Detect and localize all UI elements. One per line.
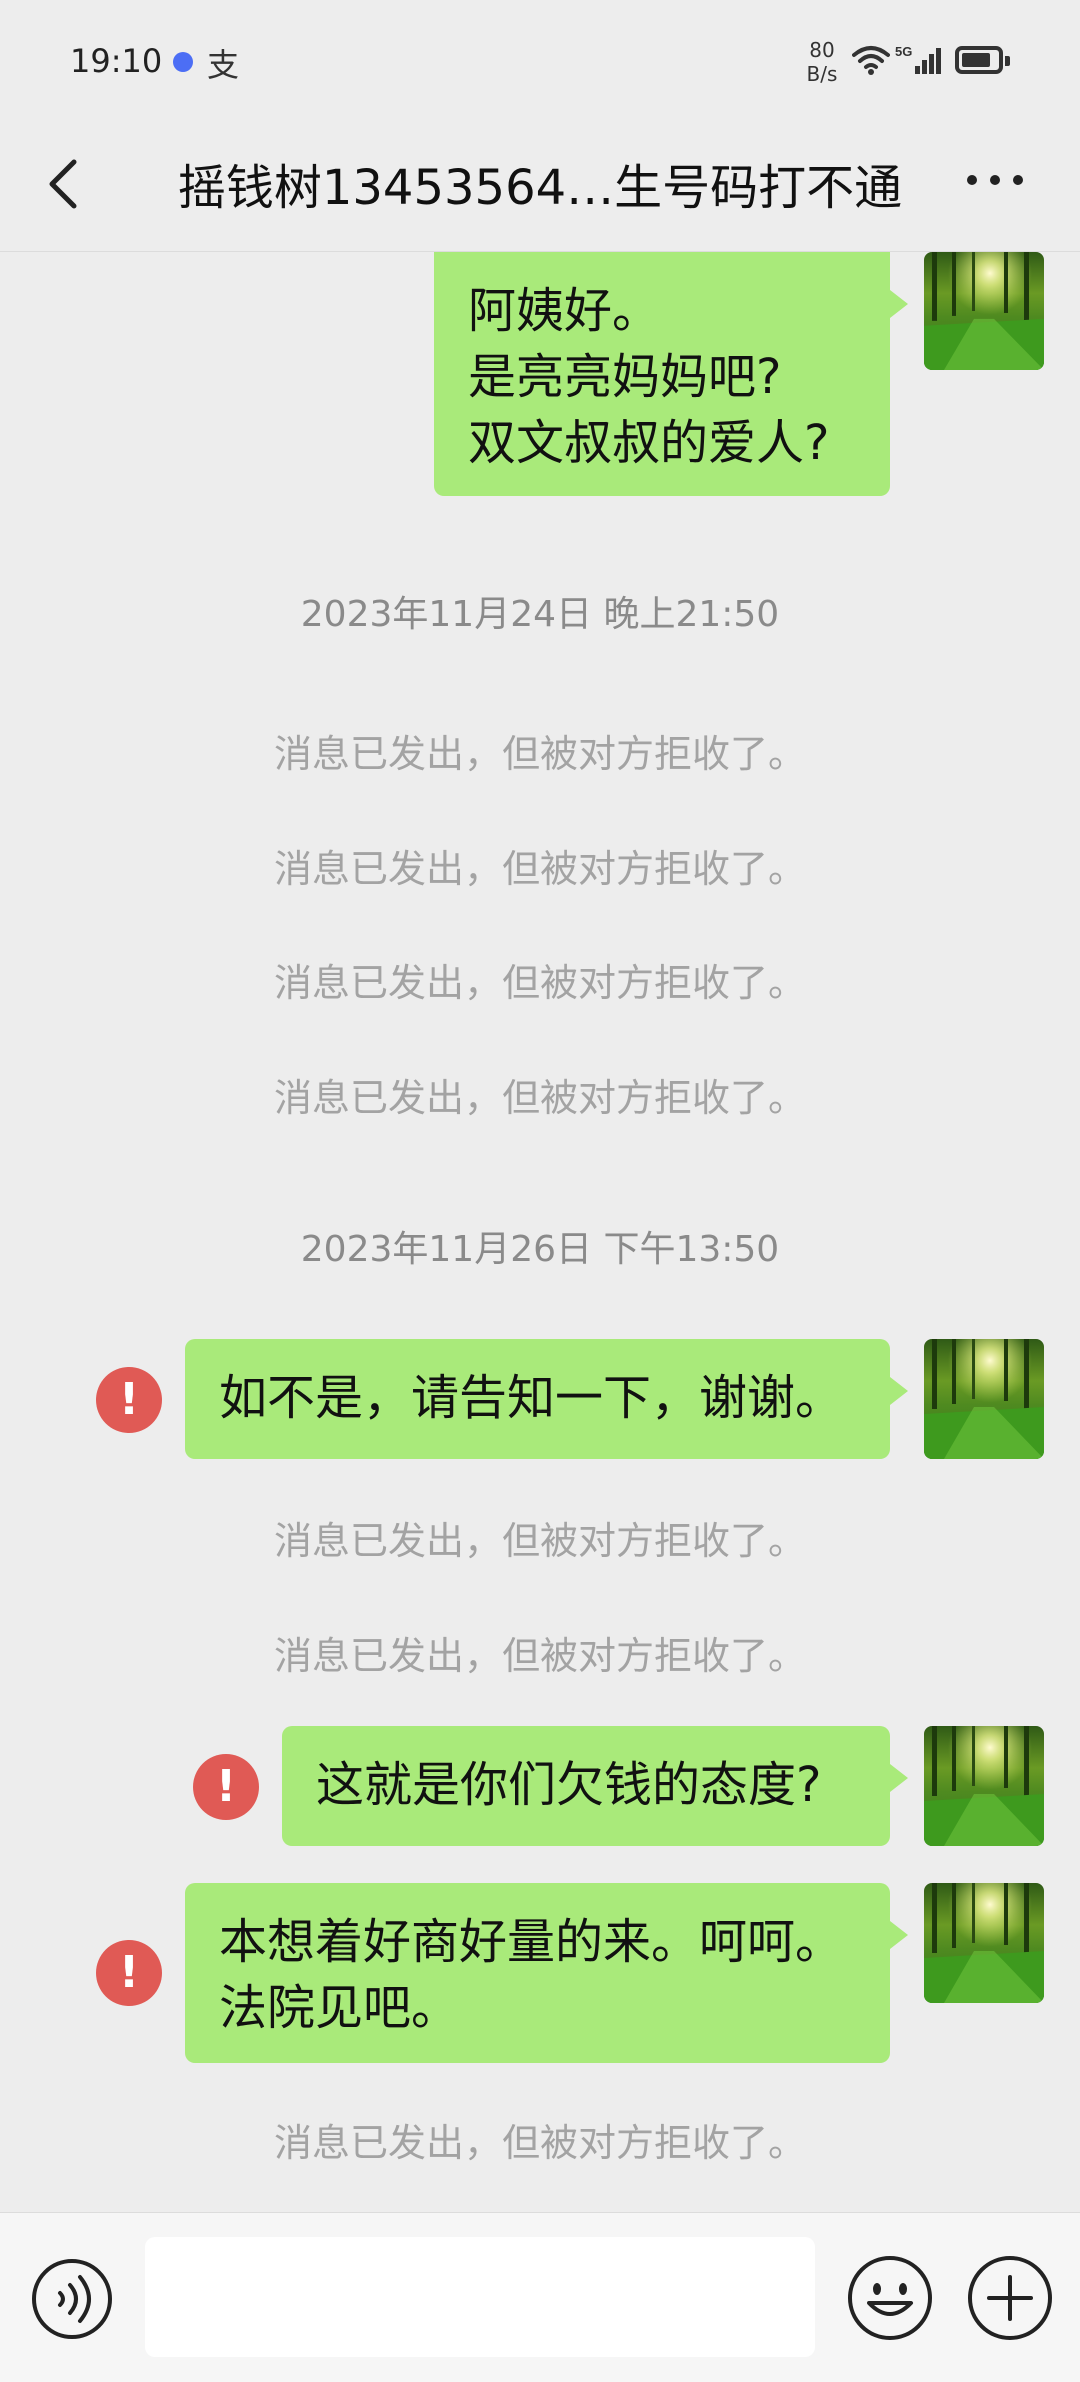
voice-icon[interactable] <box>30 2257 114 2341</box>
message-bubble[interactable]: 阿姨好。 是亮亮妈妈吧? 双文叔叔的爱人? <box>434 252 908 496</box>
signal-5g-icon: 5G <box>895 44 941 74</box>
message-bubble[interactable]: 这就是你们欠钱的态度? <box>282 1726 908 1846</box>
message-bubble[interactable]: 本想着好商好量的来。呵呵。 法院见吧。 <box>185 1883 908 2063</box>
battery-icon <box>955 46 1010 74</box>
message-input[interactable] <box>145 2237 815 2357</box>
status-time: 19:10 <box>70 42 163 80</box>
chat-header: 摇钱树13453564…生号码打不通 <box>0 120 1080 252</box>
signal-label: 5G <box>895 44 912 59</box>
message-bubble[interactable]: 如不是，请告知一下，谢谢。 <box>185 1339 908 1459</box>
chat-title: 摇钱树13453564…生号码打不通 <box>177 160 903 216</box>
status-bar: 19:10 支 80 B/s 5G <box>0 0 1080 120</box>
system-notice: 消息已发出，但被对方拒收了。 <box>273 1076 806 1120</box>
blue-dot-icon <box>173 52 193 72</box>
system-notice: 消息已发出，但被对方拒收了。 <box>273 961 806 1005</box>
alipay-icon: 支 <box>207 46 240 84</box>
chevron-left-icon[interactable] <box>36 154 96 214</box>
input-bar <box>0 2212 1080 2382</box>
send-failed-icon[interactable]: ! <box>193 1754 259 1820</box>
system-notice: 消息已发出，但被对方拒收了。 <box>273 1519 806 1563</box>
system-notice: 消息已发出，但被对方拒收了。 <box>273 732 806 776</box>
send-failed-icon[interactable]: ! <box>96 1940 162 2006</box>
emoji-icon[interactable] <box>845 2253 935 2343</box>
avatar[interactable] <box>924 1339 1044 1459</box>
network-speed-value: 80 <box>809 38 835 62</box>
system-notice: 消息已发出，但被对方拒收了。 <box>273 1634 806 1678</box>
wifi-icon <box>852 46 890 75</box>
system-notice: 消息已发出，但被对方拒收了。 <box>273 847 806 891</box>
send-failed-icon[interactable]: ! <box>96 1367 162 1433</box>
timestamp: 2023年11月26日 下午13:50 <box>300 1229 780 1270</box>
plus-icon[interactable] <box>965 2253 1055 2343</box>
timestamp: 2023年11月24日 晚上21:50 <box>300 594 780 635</box>
system-notice: 消息已发出，但被对方拒收了。 <box>273 2121 806 2165</box>
avatar[interactable] <box>924 252 1044 370</box>
network-speed: 80 B/s <box>800 38 844 86</box>
network-speed-unit: B/s <box>806 62 838 86</box>
avatar[interactable] <box>924 1726 1044 1846</box>
more-dots-icon[interactable] <box>960 160 1030 200</box>
avatar[interactable] <box>924 1883 1044 2003</box>
